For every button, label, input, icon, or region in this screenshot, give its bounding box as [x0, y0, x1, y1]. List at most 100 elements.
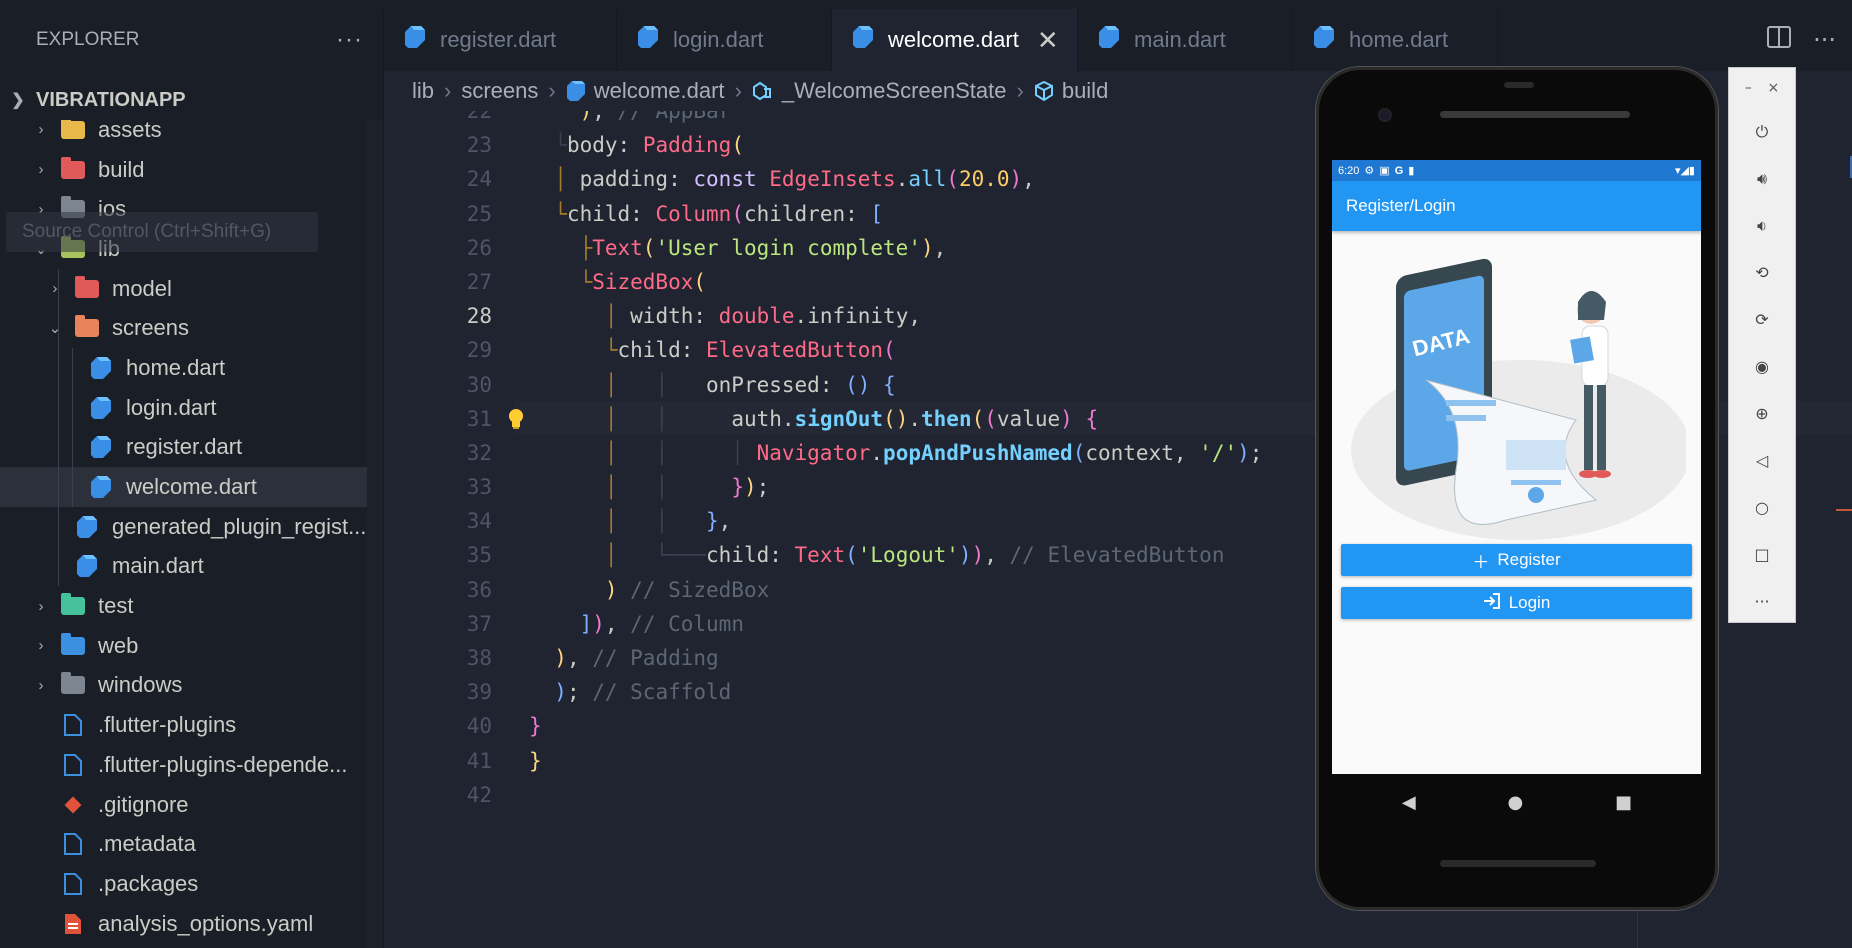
volume-down-icon[interactable]: 🔉︎ — [1729, 202, 1795, 249]
back-icon[interactable]: ◁ — [1729, 437, 1795, 484]
zoom-icon[interactable]: ⊕ — [1729, 390, 1795, 437]
tree-item[interactable]: › windows — [0, 666, 383, 706]
tab-main[interactable]: main.dart — [1078, 9, 1293, 71]
register-button[interactable]: ＋ Register — [1341, 544, 1692, 576]
yaml-file-icon — [60, 912, 86, 936]
line-number: 28 — [466, 304, 492, 329]
nav-recents-icon[interactable]: ■ — [1615, 792, 1632, 813]
sidebar-scrollbar[interactable] — [367, 110, 383, 948]
tree-item[interactable]: main.dart — [0, 546, 383, 587]
app-bar: Register/Login — [1332, 181, 1701, 231]
google-icon: G — [1394, 164, 1404, 177]
editor-scrollbar[interactable] — [1836, 111, 1852, 948]
folder-icon — [60, 593, 86, 618]
power-icon[interactable]: ⏻ — [1729, 108, 1795, 155]
breadcrumb-class[interactable]: _WelcomeScreenState — [782, 78, 1007, 104]
home-icon[interactable]: ○ — [1729, 484, 1795, 531]
phone-screen[interactable]: 6:20 ⚙ ▣ G ▮ ▾◢▮ Register/Login DATA ＋ R… — [1332, 160, 1701, 774]
chevron-right-icon: › — [1016, 78, 1024, 103]
tab-register[interactable]: register.dart — [384, 9, 617, 71]
more-actions-icon[interactable]: ··· — [1813, 26, 1836, 54]
register-button-label: Register — [1497, 550, 1561, 569]
login-button[interactable]: Login — [1341, 587, 1692, 619]
more-icon[interactable]: ··· — [1729, 578, 1795, 625]
code-line: ) // SizedBox — [529, 577, 770, 602]
nav-back-icon[interactable]: ◀ — [1402, 792, 1416, 813]
indent-guide — [58, 427, 59, 468]
chevron-right-icon: › — [38, 161, 44, 179]
rotate-right-icon[interactable]: ⟳ — [1729, 296, 1795, 343]
tree-item-label: .metadata — [98, 831, 196, 857]
dart-file-icon — [1098, 25, 1120, 55]
code-line: │ │ }, — [529, 509, 732, 534]
tree-item-label: build — [98, 156, 145, 182]
camera-icon[interactable]: ◉ — [1729, 343, 1795, 390]
code-line: │ width: double.infinity, — [529, 304, 921, 329]
breadcrumb-screens[interactable]: screens — [461, 78, 538, 104]
project-name: VIBRATIONAPP — [36, 88, 186, 111]
tree-item-label: .gitignore — [98, 791, 189, 817]
android-emulator: 6:20 ⚙ ▣ G ▮ ▾◢▮ Register/Login DATA ＋ R… — [1316, 67, 1718, 910]
method-cube-icon — [1034, 81, 1054, 101]
tree-item[interactable]: ⌄ screens — [0, 308, 383, 349]
tree-item[interactable]: › web — [0, 626, 383, 666]
rotate-left-icon[interactable]: ⟲ — [1729, 249, 1795, 296]
tab-login[interactable]: login.dart — [617, 9, 832, 71]
minimize-icon[interactable]: – — [1745, 80, 1752, 96]
chevron-right-icon: › — [38, 121, 44, 139]
dart-file-icon — [852, 25, 874, 55]
code-line: ), // AppBar — [529, 111, 1262, 128]
file-icon — [60, 753, 86, 777]
tree-item[interactable]: register.dart — [0, 427, 383, 468]
overview-icon[interactable]: □ — [1729, 531, 1795, 578]
nav-home-icon[interactable]: ● — [1508, 792, 1524, 813]
code-line: } — [529, 748, 542, 773]
tree-item[interactable]: welcome.dart — [0, 467, 383, 507]
code-line: ); // Scaffold — [529, 680, 732, 705]
close-icon[interactable]: ✕ — [1037, 25, 1059, 56]
breadcrumb-file[interactable]: welcome.dart — [594, 78, 725, 104]
dart-file-icon — [404, 25, 426, 55]
explorer-more-icon[interactable]: ··· — [336, 26, 363, 54]
editor-actions: ··· — [1767, 9, 1836, 71]
tree-item-label: generated_plugin_regist... — [112, 513, 367, 539]
tree-item[interactable]: home.dart — [0, 348, 383, 388]
tree-item[interactable]: .gitignore — [0, 785, 383, 825]
tree-item[interactable]: › test — [0, 586, 383, 626]
tab-home[interactable]: home.dart — [1293, 9, 1498, 71]
tree-item[interactable]: › model — [0, 268, 383, 309]
tree-item[interactable]: login.dart — [0, 387, 383, 428]
tree-item[interactable]: generated_plugin_regist... — [0, 506, 383, 547]
breadcrumb-lib[interactable]: lib — [412, 78, 434, 104]
line-number: 34 — [466, 509, 492, 534]
breadcrumb-method[interactable]: build — [1062, 78, 1108, 104]
tree-item[interactable]: .packages — [0, 864, 383, 904]
tree-item[interactable]: .metadata — [0, 824, 383, 864]
volume-up-icon[interactable]: 🔊︎ — [1729, 155, 1795, 202]
close-icon[interactable]: × — [1767, 80, 1779, 96]
line-number: 33 — [466, 475, 492, 500]
folder-icon — [74, 315, 100, 340]
tree-item-label: home.dart — [126, 354, 226, 380]
line-number: 42 — [466, 782, 492, 807]
chevron-right-icon: › — [52, 280, 58, 298]
lightbulb-icon[interactable] — [506, 408, 526, 430]
tab-welcome[interactable]: welcome.dart ✕ — [832, 9, 1078, 71]
tree-item-label: windows — [98, 672, 183, 698]
indent-guide — [72, 348, 73, 388]
folder-icon — [60, 672, 86, 697]
tree-item[interactable]: › build — [0, 150, 383, 190]
line-number: 29 — [466, 338, 492, 363]
folder-icon — [60, 116, 86, 142]
code-line: │ └───child: Text('Logout')), // Elevate… — [529, 543, 1225, 568]
tree-item[interactable]: .flutter-plugins — [0, 705, 383, 745]
tab-label: welcome.dart — [888, 27, 1019, 52]
android-status-bar: 6:20 ⚙ ▣ G ▮ ▾◢▮ — [1332, 160, 1701, 181]
project-section-header[interactable]: ❯ VIBRATIONAPP — [0, 80, 383, 120]
tree-item[interactable]: analysis_options.yaml — [0, 904, 383, 944]
split-editor-icon[interactable] — [1767, 26, 1792, 54]
folder-icon — [74, 275, 100, 301]
top-strip — [0, 0, 1852, 9]
tree-item-label: test — [98, 593, 134, 619]
tree-item[interactable]: .flutter-plugins-depende... — [0, 745, 383, 785]
